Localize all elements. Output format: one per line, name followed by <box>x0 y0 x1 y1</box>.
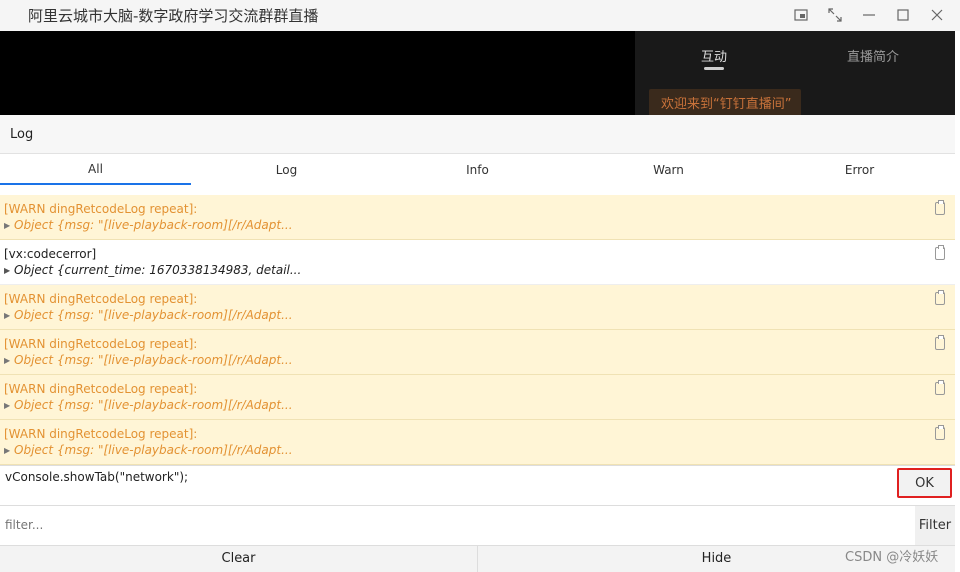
log-message: [WARN dingRetcodeLog repeat]: <box>4 202 198 216</box>
clear-button[interactable]: Clear <box>0 546 477 572</box>
log-message: [vx:codecerror] <box>4 247 97 261</box>
log-message: [WARN dingRetcodeLog repeat]: <box>4 382 198 396</box>
log-message: [WARN dingRetcodeLog repeat]: <box>4 427 198 441</box>
log-row[interactable]: [WARN dingRetcodeLog repeat]: ▶ Object {m… <box>0 330 955 375</box>
log-row[interactable]: [WARN dingRetcodeLog repeat]: ▶ Object {m… <box>0 195 955 240</box>
picture-in-picture-icon[interactable] <box>788 4 814 26</box>
copy-icon[interactable] <box>935 290 945 305</box>
vconsole-footer: Clear Hide <box>0 545 955 572</box>
copy-icon[interactable] <box>935 200 945 215</box>
log-object-summary[interactable]: ▶ Object {msg: "[live-playback-room][/r/A… <box>4 308 293 322</box>
copy-icon[interactable] <box>935 335 945 350</box>
expand-arrow-icon[interactable]: ▶ <box>4 266 14 275</box>
expand-arrow-icon[interactable]: ▶ <box>4 356 14 365</box>
log-row[interactable]: [WARN dingRetcodeLog repeat]: ▶ Object {m… <box>0 420 955 465</box>
log-object-summary[interactable]: ▶ Object {msg: "[live-playback-room][/r/A… <box>4 353 293 367</box>
window-controls <box>788 4 950 26</box>
log-object-summary[interactable]: ▶ Object {msg: "[live-playback-room][/r/A… <box>4 398 293 412</box>
watermark: CSDN @冷妖妖 <box>845 550 939 565</box>
tab-log[interactable]: Log <box>191 154 382 185</box>
copy-icon[interactable] <box>935 380 945 395</box>
log-message: [WARN dingRetcodeLog repeat]: <box>4 292 198 306</box>
filter-input[interactable] <box>3 517 887 533</box>
copy-icon[interactable] <box>935 245 945 260</box>
tab-warn[interactable]: Warn <box>573 154 764 185</box>
tab-all[interactable]: All <box>0 154 191 185</box>
log-row[interactable]: [WARN dingRetcodeLog repeat]: ▶ Object {m… <box>0 285 955 330</box>
minimize-icon[interactable] <box>856 4 882 26</box>
ok-button[interactable]: OK <box>897 468 952 498</box>
log-list[interactable]: [WARN dingRetcodeLog repeat]: ▶ Object {m… <box>0 185 955 465</box>
window-title: 阿里云城市大脑-数字政府学习交流群群直播 <box>28 7 319 25</box>
log-row[interactable]: [WARN dingRetcodeLog repeat]: ▶ Object {m… <box>0 375 955 420</box>
maximize-icon[interactable] <box>890 4 916 26</box>
expand-arrow-icon[interactable]: ▶ <box>4 221 14 230</box>
close-icon[interactable] <box>924 4 950 26</box>
vconsole-log-tabs: All Log Info Warn Error <box>0 154 955 186</box>
filter-button[interactable]: Filter <box>915 506 955 545</box>
expand-icon[interactable] <box>822 4 848 26</box>
vconsole-header: Log <box>0 115 955 154</box>
expand-arrow-icon[interactable]: ▶ <box>4 446 14 455</box>
log-object-summary[interactable]: ▶ Object {msg: "[live-playback-room][/r/A… <box>4 443 293 457</box>
window-edge <box>955 31 960 571</box>
tab-live-intro[interactable]: 直播简介 <box>847 46 899 65</box>
log-row[interactable]: [vx:codecerror] ▶ Object {current_time: 1… <box>0 240 955 285</box>
command-input[interactable] <box>3 469 887 485</box>
expand-arrow-icon[interactable]: ▶ <box>4 311 14 320</box>
log-object-summary[interactable]: ▶ Object {current_time: 1670338134983, de… <box>4 263 301 277</box>
vconsole-panel-title[interactable]: Log <box>10 127 33 142</box>
tab-interaction[interactable]: 互动 <box>701 46 727 65</box>
tab-info[interactable]: Info <box>382 154 573 185</box>
expand-arrow-icon[interactable]: ▶ <box>4 401 14 410</box>
welcome-message: 欢迎来到“钉钉直播间” <box>649 89 802 118</box>
tab-error[interactable]: Error <box>764 154 955 185</box>
live-side-panel: 互动 直播简介 欢迎来到“钉钉直播间” <box>635 31 955 118</box>
copy-icon[interactable] <box>935 425 945 440</box>
log-object-summary[interactable]: ▶ Object {msg: "[live-playback-room][/r/A… <box>4 218 293 232</box>
filter-bar: Filter <box>0 505 955 545</box>
window-titlebar: 阿里云城市大脑-数字政府学习交流群群直播 <box>0 0 960 31</box>
video-player[interactable] <box>0 31 635 115</box>
command-bar: OK <box>0 465 955 505</box>
active-tab-indicator <box>704 67 724 70</box>
log-message: [WARN dingRetcodeLog repeat]: <box>4 337 198 351</box>
